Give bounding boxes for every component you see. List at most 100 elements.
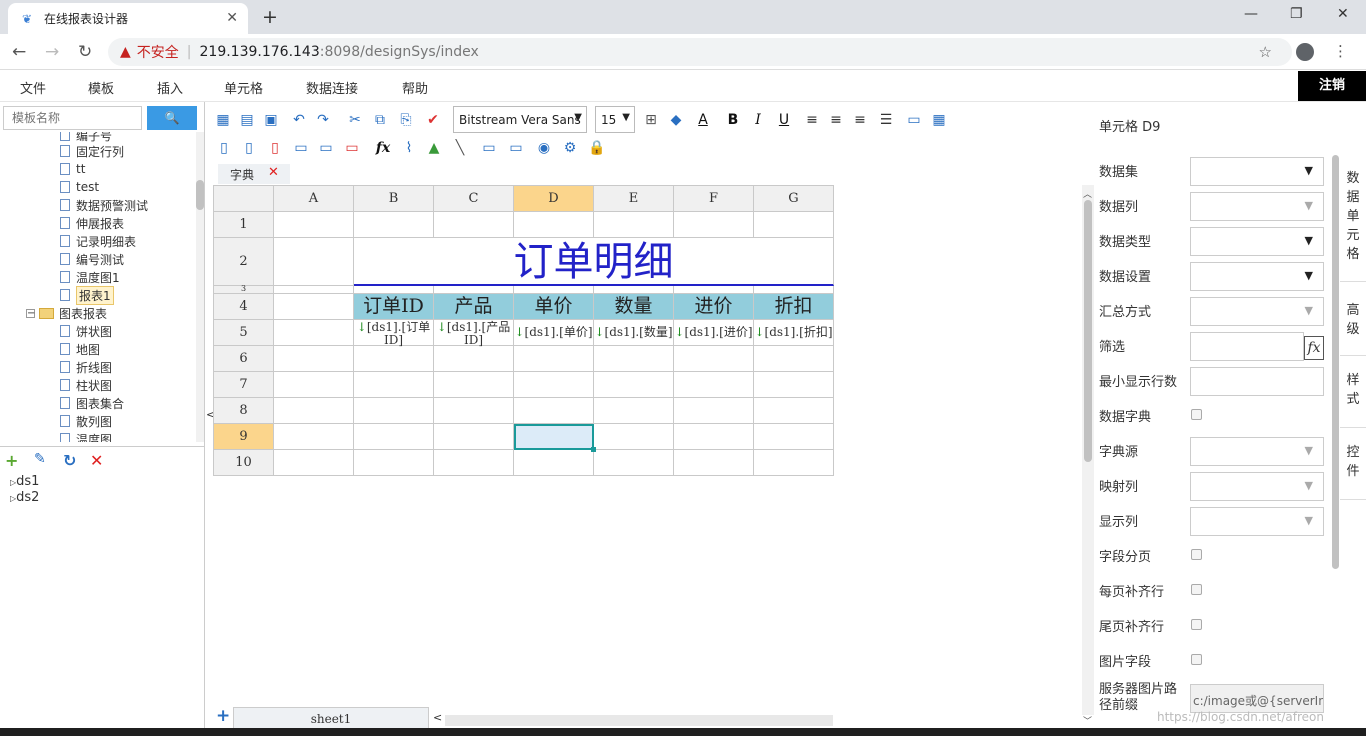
data-field-cell[interactable]: ↓[ds1].[订单ID] — [354, 320, 434, 347]
data-field-cell[interactable]: ↓[ds1].[折扣] — [754, 320, 834, 346]
image-icon[interactable]: ▲ — [425, 139, 443, 157]
menu-help[interactable]: 帮助 — [402, 78, 428, 97]
dataset-item[interactable]: ▷ds1 — [10, 474, 39, 489]
row-header-active[interactable]: 9 — [213, 424, 274, 450]
grid-cell[interactable] — [754, 346, 834, 372]
grid-cell[interactable] — [434, 398, 514, 424]
minimize-icon[interactable]: — — [1244, 6, 1258, 22]
grid-cell[interactable] — [434, 346, 514, 372]
menu-insert[interactable]: 插入 — [157, 78, 183, 97]
pad-last-page-checkbox[interactable] — [1191, 619, 1202, 630]
dataset-select[interactable]: ▼ — [1190, 157, 1324, 186]
header-icon[interactable]: ▭ — [480, 139, 498, 157]
paste-icon[interactable]: ⎘ — [397, 111, 415, 129]
column-header-active[interactable]: D — [514, 185, 594, 212]
grid-cell[interactable] — [434, 286, 514, 294]
min-rows-input[interactable] — [1190, 367, 1324, 396]
row-header[interactable]: 2 — [213, 238, 274, 286]
forward-icon[interactable]: → — [45, 42, 59, 62]
browser-tab[interactable]: ❦ 在线报表设计器 ✕ — [8, 3, 248, 34]
align-right-icon[interactable]: ≡ — [851, 111, 869, 129]
insert-column-right-icon[interactable]: ▯ — [240, 139, 258, 157]
map-column-select[interactable]: ▼ — [1190, 472, 1324, 501]
column-header[interactable]: A — [274, 185, 354, 212]
grid-cell[interactable] — [274, 372, 354, 398]
delete-dataset-icon[interactable]: ✕ — [90, 451, 103, 470]
redo-icon[interactable]: ↷ — [314, 111, 332, 129]
side-tab-advanced[interactable]: 高级 — [1340, 301, 1366, 339]
grid-cell[interactable] — [274, 320, 354, 346]
row-header[interactable]: 4 — [213, 294, 274, 320]
grid-cell[interactable] — [514, 346, 594, 372]
insert-column-left-icon[interactable]: ▯ — [215, 139, 233, 157]
header-cell[interactable]: 单价 — [514, 294, 594, 320]
grid-cell[interactable] — [434, 424, 514, 450]
tree-item[interactable]: 编号测试 — [60, 250, 124, 268]
grid-cell[interactable] — [274, 212, 354, 238]
tree-item[interactable]: 伸展报表 — [60, 214, 124, 232]
report-title-cell[interactable]: 订单明细 — [354, 238, 834, 286]
data-field-cell[interactable]: ↓[ds1].[数量] — [594, 320, 674, 346]
reload-icon[interactable]: ↻ — [78, 42, 92, 62]
column-header[interactable]: G — [754, 185, 834, 212]
grid-cell[interactable] — [514, 450, 594, 476]
browser-menu-icon[interactable]: ⋮ — [1333, 42, 1348, 60]
row-header[interactable]: 10 — [213, 450, 274, 476]
lock-icon[interactable]: 🔒 — [588, 139, 606, 157]
grid-cell[interactable] — [274, 286, 354, 294]
grid-cell[interactable] — [674, 372, 754, 398]
column-header[interactable]: F — [674, 185, 754, 212]
delete-row-icon[interactable]: ▭ — [343, 139, 361, 157]
url-bar[interactable]: ▲ 不安全 | 219.139.176.143 :8098/designSys/… — [108, 38, 1292, 66]
cut-icon[interactable]: ✂ — [346, 111, 364, 129]
grid-cell[interactable] — [274, 238, 354, 286]
data-dict-checkbox[interactable] — [1191, 409, 1202, 420]
close-tab-icon[interactable]: ✕ — [268, 165, 279, 180]
side-tab-data-cell[interactable]: 数据单元格 — [1340, 169, 1366, 264]
back-icon[interactable]: ← — [12, 42, 26, 62]
side-tab-control[interactable]: 控件 — [1340, 443, 1366, 481]
header-cell[interactable]: 数量 — [594, 294, 674, 320]
sheet-tab[interactable]: sheet1 — [233, 707, 429, 729]
data-field-cell[interactable]: ↓[ds1].[单价] — [514, 320, 594, 346]
formula-button[interactable]: fx — [1304, 336, 1324, 360]
grid-cell[interactable] — [354, 398, 434, 424]
column-select[interactable]: ▼ — [1190, 192, 1324, 221]
undo-icon[interactable]: ↶ — [290, 111, 308, 129]
data-field-cell[interactable]: ↓[ds1].[进价] — [674, 320, 754, 346]
grid-cell[interactable] — [594, 346, 674, 372]
grid-cell[interactable] — [674, 286, 754, 294]
tree-item[interactable]: tt — [60, 160, 85, 178]
italic-icon[interactable]: I — [749, 111, 767, 129]
align-center-icon[interactable]: ≡ — [827, 111, 845, 129]
grid-cell[interactable] — [754, 212, 834, 238]
diagonal-line-icon[interactable]: ╲ — [451, 139, 469, 157]
grid-cell[interactable] — [754, 450, 834, 476]
grid-cell[interactable] — [514, 286, 594, 294]
tree-item-selected[interactable]: 报表1 — [60, 285, 114, 305]
header-cell[interactable]: 产品 — [434, 294, 514, 320]
side-tab-style[interactable]: 样式 — [1340, 371, 1366, 409]
borders-icon[interactable]: ⊞ — [642, 111, 660, 129]
column-header[interactable]: C — [434, 185, 514, 212]
tree-item[interactable]: 温度图 — [60, 430, 112, 442]
grid-corner[interactable] — [213, 185, 274, 212]
collapse-toggle-icon[interactable]: − — [26, 308, 35, 318]
grid-cell[interactable] — [434, 212, 514, 238]
grid-cell[interactable] — [354, 286, 434, 294]
footer-icon[interactable]: ▭ — [507, 139, 525, 157]
grid-cell[interactable] — [754, 286, 834, 294]
grid-cell[interactable] — [594, 286, 674, 294]
add-dataset-icon[interactable]: + — [5, 451, 18, 470]
account-avatar-icon[interactable] — [1296, 43, 1314, 61]
grid-cell[interactable] — [354, 372, 434, 398]
maximize-icon[interactable]: ❐ — [1290, 6, 1303, 22]
data-setting-select[interactable]: ▼ — [1190, 262, 1324, 291]
grid-cell[interactable] — [354, 450, 434, 476]
tree-item[interactable]: 柱状图 — [60, 376, 112, 394]
data-type-select[interactable]: ▼ — [1190, 227, 1324, 256]
grid-cell[interactable] — [354, 424, 434, 450]
tree-item[interactable]: 温度图1 — [60, 268, 120, 286]
grid-cell[interactable] — [514, 398, 594, 424]
column-header[interactable]: B — [354, 185, 434, 212]
